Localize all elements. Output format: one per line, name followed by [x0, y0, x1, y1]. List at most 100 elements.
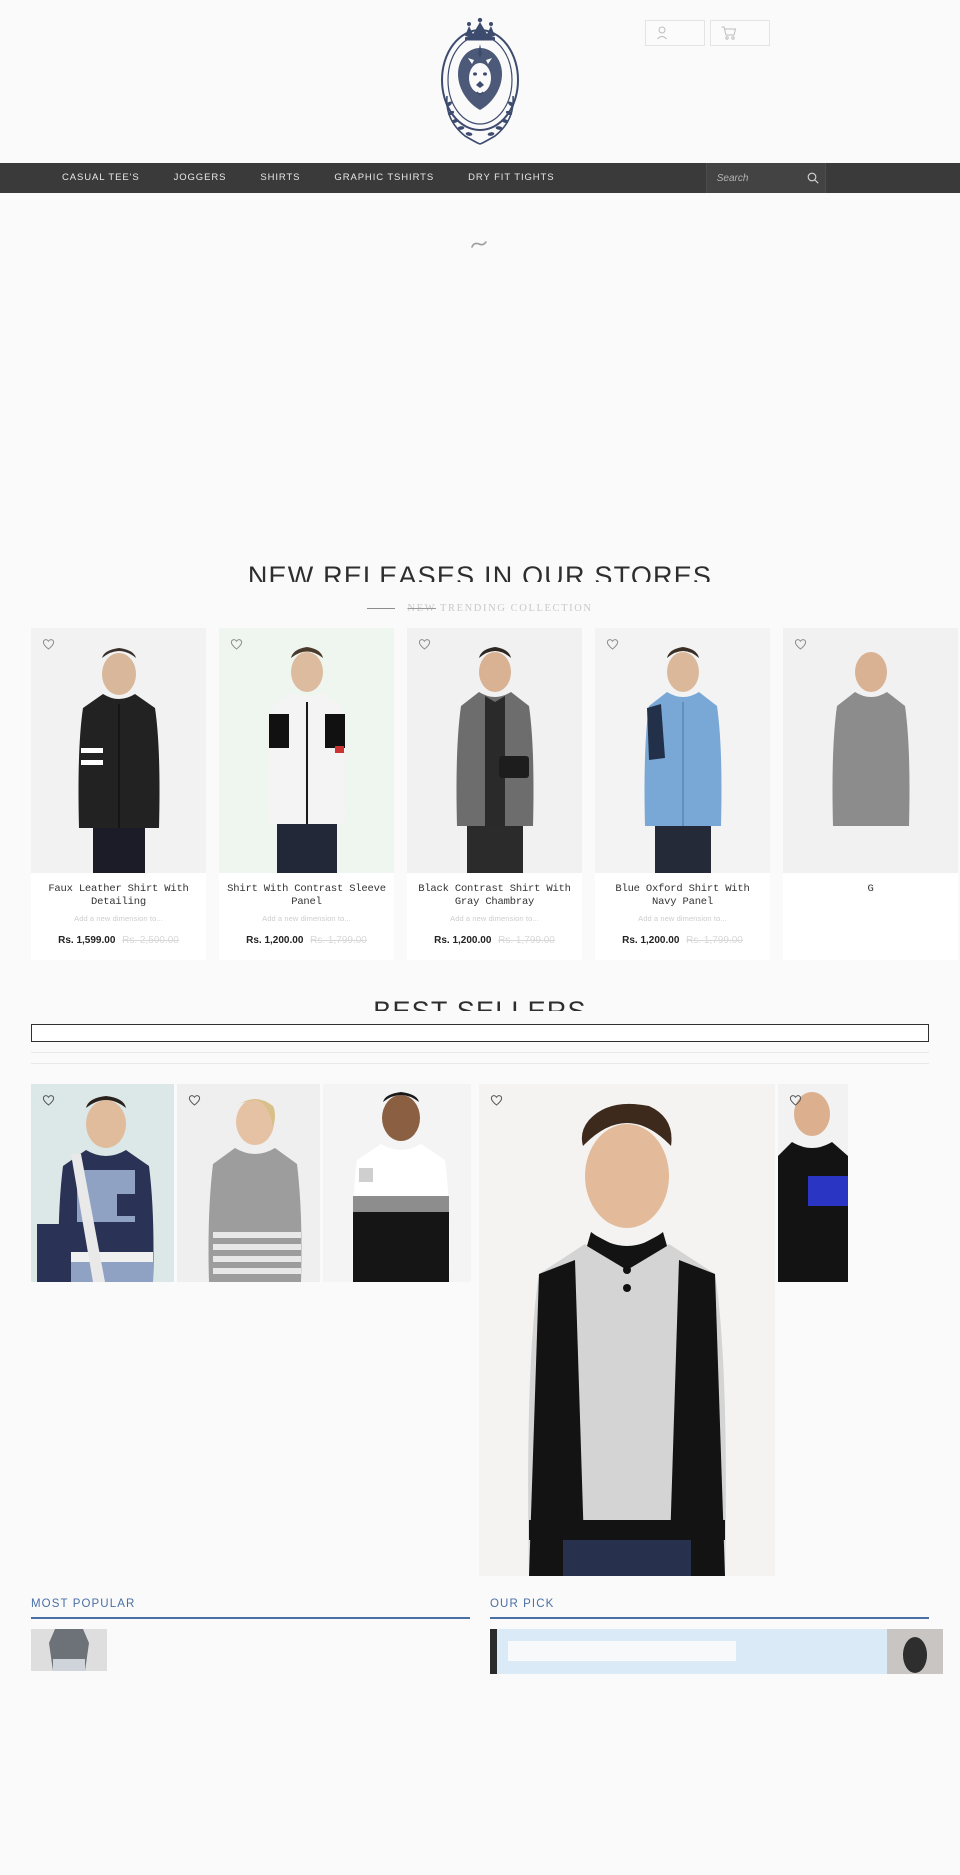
cart-button[interactable]	[710, 20, 770, 46]
product-info: Shirt With Contrast Sleeve Panel Add a n…	[219, 873, 394, 961]
wishlist-heart-icon[interactable]	[188, 1094, 201, 1106]
best-sellers-row	[0, 1084, 960, 1577]
panel-thumbnail[interactable]	[887, 1628, 943, 1674]
best-seller-image[interactable]	[177, 1084, 320, 1283]
best-sellers-section: BEST SELLERS	[0, 998, 960, 1577]
price-current: Rs. 1,200.00	[434, 935, 492, 947]
product-description: Add a new dimension to...	[638, 914, 727, 924]
subtitle-rest: TRENDING COLLECTION	[435, 603, 593, 614]
nav-links: CASUAL TEE'S JOGGERS SHIRTS GRAPHIC TSHI…	[0, 163, 571, 193]
price-original: Rs. 1,799.00	[310, 935, 367, 947]
product-image[interactable]	[783, 628, 958, 873]
product-image[interactable]	[219, 628, 394, 873]
product-name: Shirt With Contrast Sleeve Panel	[227, 883, 386, 909]
nav-item-joggers[interactable]: JOGGERS	[157, 163, 244, 193]
placeholder-bar	[31, 1063, 929, 1065]
wishlist-heart-icon[interactable]	[42, 1094, 55, 1106]
placeholder-frame	[31, 1024, 929, 1043]
placeholder-bar	[31, 1052, 929, 1054]
footer-columns: MOST POPULAR OUR PICK	[0, 1598, 960, 1674]
product-card[interactable]: Shirt With Contrast Sleeve Panel Add a n…	[219, 628, 394, 961]
lion-crest-logo[interactable]	[425, 18, 535, 148]
panel-accent-bar	[490, 1628, 497, 1674]
product-card[interactable]: Black Contrast Shirt With Gray Chambray …	[407, 628, 582, 961]
price-current: Rs. 1,599.00	[58, 935, 116, 947]
product-price: Rs. 1,200.00 Rs. 1,799.00	[225, 935, 388, 946]
search-container	[705, 163, 826, 193]
header-tools	[645, 20, 770, 46]
product-name: G	[867, 883, 874, 895]
price-original: Rs. 1,799.00	[686, 935, 743, 947]
user-icon	[657, 26, 667, 40]
hero-slider	[0, 193, 960, 563]
product-name: Faux Leather Shirt With Detailing	[48, 883, 189, 909]
section-title: NEW RELEASES IN OUR STORES	[247, 563, 713, 582]
column-title: MOST POPULAR	[31, 1598, 136, 1611]
wishlist-heart-icon[interactable]	[230, 638, 243, 650]
best-seller-featured-image[interactable]	[479, 1084, 775, 1577]
product-name: Blue Oxford Shirt With Navy Panel	[615, 883, 750, 909]
product-price	[789, 908, 952, 919]
panel-placeholder-field	[508, 1641, 736, 1662]
product-description: Add a new dimension to...	[450, 914, 539, 924]
wishlist-heart-icon[interactable]	[490, 1094, 503, 1106]
search-icon	[807, 172, 819, 184]
search-button[interactable]	[807, 172, 819, 184]
best-sellers-placeholder-bars	[0, 1024, 960, 1065]
most-popular-column: MOST POPULAR	[31, 1598, 470, 1674]
product-info: Blue Oxford Shirt With Navy Panel Add a …	[595, 873, 770, 961]
product-description: Add a new dimension to...	[262, 914, 351, 924]
best-seller-image[interactable]	[778, 1084, 848, 1283]
section-title: BEST SELLERS	[373, 998, 587, 1011]
product-image[interactable]	[595, 628, 770, 873]
product-price: Rs. 1,599.00 Rs. 2,500.00	[37, 935, 200, 946]
nav-item-casual-tees[interactable]: CASUAL TEE'S	[45, 163, 157, 193]
product-info: Faux Leather Shirt With Detailing Add a …	[31, 873, 206, 961]
product-price: Rs. 1,200.00 Rs. 1,799.00	[413, 935, 576, 946]
product-info: Black Contrast Shirt With Gray Chambray …	[407, 873, 582, 961]
price-current: Rs. 1,200.00	[246, 935, 304, 947]
column-rule	[490, 1617, 929, 1619]
loading-spinner	[471, 241, 487, 248]
nav-tail	[825, 163, 960, 193]
wishlist-heart-icon[interactable]	[418, 638, 431, 650]
price-original: Rs. 1,799.00	[498, 935, 555, 947]
best-sellers-heading: BEST SELLERS	[0, 998, 960, 1016]
nav-item-dry-fit-tights[interactable]: DRY FIT TIGHTS	[451, 163, 571, 193]
subtitle-strike: NEW	[407, 603, 436, 614]
column-rule	[31, 1617, 470, 1619]
best-seller-image[interactable]	[31, 1084, 174, 1283]
product-name: Black Contrast Shirt With Gray Chambray	[418, 883, 571, 909]
account-button[interactable]	[645, 20, 705, 46]
section-subtitle: NEW TRENDING COLLECTION	[0, 603, 960, 614]
wishlist-heart-icon[interactable]	[606, 638, 619, 650]
product-image[interactable]	[31, 628, 206, 873]
product-card[interactable]: Blue Oxford Shirt With Navy Panel Add a …	[595, 628, 770, 961]
product-card[interactable]: Faux Leather Shirt With Detailing Add a …	[31, 628, 206, 961]
product-image[interactable]	[407, 628, 582, 873]
wishlist-heart-icon[interactable]	[42, 638, 55, 650]
our-pick-column: OUR PICK	[490, 1598, 943, 1674]
wishlist-heart-icon[interactable]	[789, 1094, 802, 1106]
product-description: Add a new dimension to...	[74, 914, 163, 924]
cart-icon	[721, 26, 737, 40]
new-releases-product-row: Faux Leather Shirt With Detailing Add a …	[0, 628, 960, 961]
price-current: Rs. 1,200.00	[622, 935, 680, 947]
product-info: G	[783, 873, 958, 934]
column-body	[31, 1628, 470, 1671]
column-title: OUR PICK	[490, 1598, 555, 1611]
new-releases-heading: NEW RELEASES IN OUR STORES NEW TRENDING …	[0, 563, 960, 614]
site-header	[0, 0, 960, 163]
thumbnail-image[interactable]	[31, 1628, 107, 1671]
main-navigation: CASUAL TEE'S JOGGERS SHIRTS GRAPHIC TSHI…	[0, 163, 960, 193]
product-card[interactable]: G	[783, 628, 958, 961]
price-original: Rs. 2,500.00	[122, 935, 179, 947]
best-seller-image[interactable]	[323, 1084, 471, 1283]
subtitle-dash	[367, 608, 396, 609]
wishlist-heart-icon[interactable]	[794, 638, 807, 650]
our-pick-panel[interactable]	[490, 1628, 943, 1674]
nav-item-graphic-tshirts[interactable]: GRAPHIC TSHIRTS	[317, 163, 451, 193]
nav-item-shirts[interactable]: SHIRTS	[243, 163, 317, 193]
product-price: Rs. 1,200.00 Rs. 1,799.00	[601, 935, 764, 946]
